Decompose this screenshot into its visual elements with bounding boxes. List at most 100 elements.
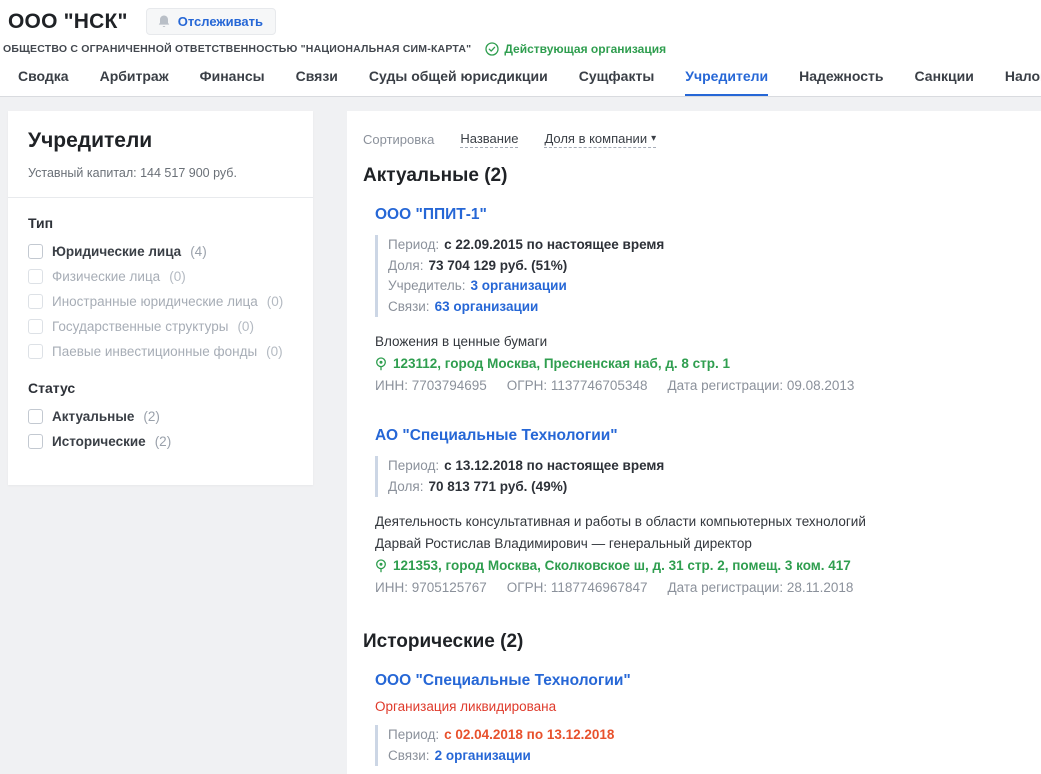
follow-button-label: Отслеживать	[178, 14, 263, 29]
status-badge-label: Действующая организация	[504, 42, 666, 56]
ogrn: ОГРН: 1187746967847	[507, 577, 648, 599]
tab-finansy[interactable]: Финансы	[200, 68, 265, 96]
filter-legal-entities[interactable]: Юридические лица (4)	[28, 244, 293, 259]
filter-label: Исторические	[52, 434, 146, 449]
connections-count-link[interactable]: 63 организации	[435, 299, 539, 314]
share-value: 73 704 129 руб. (51%)	[428, 258, 567, 273]
location-pin-icon	[375, 357, 387, 371]
sort-by-share[interactable]: Доля в компании ▾	[544, 131, 656, 148]
connections-count-link[interactable]: 2 организации	[435, 748, 531, 763]
address-text: 123112, город Москва, Пресненская наб, д…	[393, 353, 730, 375]
checkbox[interactable]	[28, 269, 43, 284]
inn: ИНН: 9705125767	[375, 577, 487, 599]
registry-row: ИНН: 7703794695 ОГРН: 1137746705348 Дата…	[375, 375, 1017, 397]
filter-label: Актуальные	[52, 409, 134, 424]
section-historical: Исторические (2) ООО "Специальные Технол…	[363, 631, 1017, 774]
tab-nadezhnost[interactable]: Надежность	[799, 68, 883, 96]
filter-historical[interactable]: Исторические (2)	[28, 434, 293, 449]
share-value: 70 813 771 руб. (49%)	[428, 479, 567, 494]
row-label: Период:	[388, 727, 439, 742]
tab-sanktsii[interactable]: Санкции	[915, 68, 974, 96]
period-block: Период:с 02.04.2018 по 13.12.2018 Связи:…	[375, 725, 1017, 766]
tab-nalogi[interactable]: Налоги	[1005, 68, 1041, 96]
bell-icon	[157, 14, 171, 29]
address-line[interactable]: 123112, город Москва, Пресненская наб, д…	[375, 353, 1017, 375]
filter-label: Паевые инвестиционные фонды	[52, 344, 257, 359]
filter-count: (0)	[266, 344, 283, 359]
check-circle-icon	[485, 42, 499, 56]
filter-state-structures[interactable]: Государственные структуры (0)	[28, 319, 293, 334]
checkbox[interactable]	[28, 244, 43, 259]
follow-button[interactable]: Отслеживать	[146, 8, 276, 35]
tab-uchrediteli[interactable]: Учредители	[685, 68, 768, 96]
charter-capital: Уставный капитал: 144 517 900 руб.	[28, 166, 293, 180]
section-actual: Актуальные (2) ООО "ППИТ-1" Период:с 22.…	[363, 165, 1017, 599]
tab-svodka[interactable]: Сводка	[18, 68, 69, 96]
filter-count: (4)	[190, 244, 207, 259]
filter-count: (0)	[267, 294, 284, 309]
registry-row: ИНН: 9705125767 ОГРН: 1187746967847 Дата…	[375, 577, 1017, 599]
tab-arbitrazh[interactable]: Арбитраж	[100, 68, 169, 96]
company-full-name: ОБЩЕСТВО С ОГРАНИЧЕННОЙ ОТВЕТСТВЕННОСТЬЮ…	[3, 43, 471, 55]
sidebar-divider	[8, 197, 313, 198]
filter-count: (2)	[155, 434, 172, 449]
founder-card: АО "Специальные Технологии" Период: с 13.…	[375, 427, 1017, 599]
filter-label: Юридические лица	[52, 244, 181, 259]
activity-line: Вложения в ценные бумаги	[375, 331, 1017, 353]
liquidated-note: Организация ликвидирована	[375, 699, 1017, 714]
period-block: Период: с 22.09.2015 по настоящее время Д…	[375, 235, 1017, 317]
location-pin-icon	[375, 559, 387, 573]
row-label: Период:	[388, 237, 439, 252]
filter-label: Иностранные юридические лица	[52, 294, 258, 309]
sort-label: Сортировка	[363, 132, 434, 147]
row-label: Период:	[388, 458, 439, 473]
founders-count-link[interactable]: 3 организации	[471, 278, 567, 293]
filter-actual[interactable]: Актуальные (2)	[28, 409, 293, 424]
reg-date: Дата регистрации: 09.08.2013	[667, 375, 854, 397]
tab-suschfakty[interactable]: Сущфакты	[579, 68, 655, 96]
filter-group-status-title: Статус	[28, 380, 293, 396]
ogrn: ОГРН: 1137746705348	[507, 375, 648, 397]
sort-by-name[interactable]: Название	[460, 131, 518, 148]
checkbox[interactable]	[28, 434, 43, 449]
filters-sidebar: Учредители Уставный капитал: 144 517 900…	[8, 111, 313, 485]
row-label: Связи:	[388, 299, 430, 314]
filter-label: Физические лица	[52, 269, 160, 284]
founders-panel: Сортировка Название Доля в компании ▾ Ак…	[347, 111, 1041, 774]
founder-link[interactable]: ООО "ППИТ-1"	[375, 206, 487, 224]
filter-count: (0)	[169, 269, 186, 284]
activity-line: Деятельность консультативная и работы в …	[375, 511, 1017, 533]
inn: ИНН: 7703794695	[375, 375, 487, 397]
sort-by-share-label: Доля в компании	[544, 131, 647, 146]
period-value: с 22.09.2015 по настоящее время	[444, 237, 664, 252]
filter-foreign-entities[interactable]: Иностранные юридические лица (0)	[28, 294, 293, 309]
main-nav: Сводка Арбитраж Финансы Связи Суды общей…	[0, 56, 1041, 97]
filter-count: (0)	[237, 319, 254, 334]
reg-date: Дата регистрации: 28.11.2018	[667, 577, 853, 599]
founder-link[interactable]: ООО "Специальные Технологии"	[375, 672, 631, 690]
checkbox[interactable]	[28, 409, 43, 424]
section-heading: Исторические (2)	[363, 631, 1017, 653]
director-line: Дарвай Ростислав Владимирович — генераль…	[375, 533, 1017, 555]
filter-individuals[interactable]: Физические лица (0)	[28, 269, 293, 284]
founder-card: ООО "ППИТ-1" Период: с 22.09.2015 по наст…	[375, 206, 1017, 397]
founder-link[interactable]: АО "Специальные Технологии"	[375, 427, 618, 445]
company-title: ООО "НСК"	[8, 10, 128, 34]
page-content: Учредители Уставный капитал: 144 517 900…	[0, 97, 1041, 774]
sidebar-title: Учредители	[28, 129, 293, 153]
row-label: Связи:	[388, 748, 430, 763]
tab-sudy[interactable]: Суды общей юрисдикции	[369, 68, 548, 96]
row-label: Учредитель:	[388, 278, 466, 293]
address-line[interactable]: 121353, город Москва, Сколковское ш, д. …	[375, 555, 1017, 577]
checkbox[interactable]	[28, 344, 43, 359]
period-value: с 13.12.2018 по настоящее время	[444, 458, 664, 473]
address-text: 121353, город Москва, Сколковское ш, д. …	[393, 555, 851, 577]
status-badge: Действующая организация	[485, 42, 666, 56]
founder-card: ООО "Специальные Технологии" Организация…	[375, 672, 1017, 774]
row-label: Доля:	[388, 258, 423, 273]
filter-investment-funds[interactable]: Паевые инвестиционные фонды (0)	[28, 344, 293, 359]
caret-down-icon: ▾	[651, 133, 656, 144]
tab-svyazi[interactable]: Связи	[296, 68, 338, 96]
checkbox[interactable]	[28, 294, 43, 309]
checkbox[interactable]	[28, 319, 43, 334]
